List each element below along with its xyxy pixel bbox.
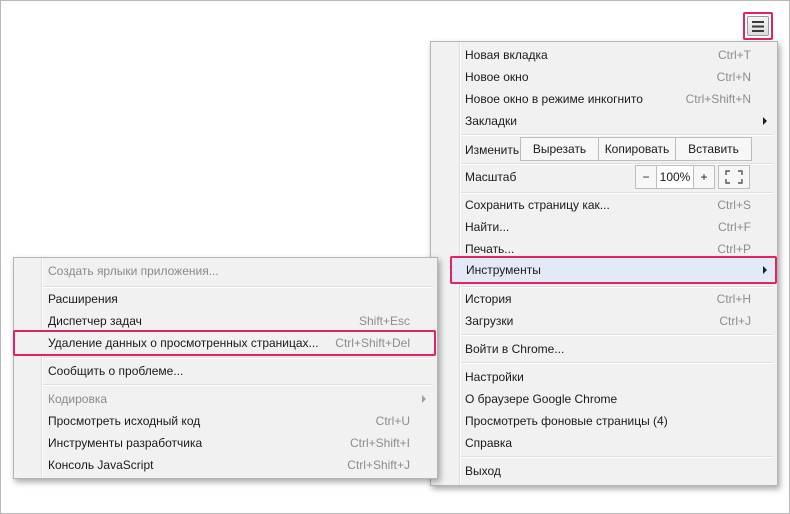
menu-item-about[interactable]: О браузере Google Chrome (431, 388, 777, 410)
menu-item-label: Просмотреть фоновые страницы (4) (465, 414, 668, 428)
menu-separator (461, 362, 773, 363)
menu-item-label: История (465, 292, 512, 306)
menu-item-label: Новая вкладка (465, 48, 548, 62)
menu-item-help[interactable]: Справка (431, 432, 777, 454)
menu-separator (43, 357, 433, 358)
menu-item-history[interactable]: История Ctrl+H (431, 288, 777, 310)
submenu-arrow-icon (422, 395, 426, 403)
menu-item-label: Справка (465, 436, 513, 450)
menu-item-label: Изменить (465, 143, 520, 157)
menu-separator (43, 286, 433, 287)
fullscreen-icon (725, 170, 743, 184)
paste-button[interactable]: Вставить (676, 137, 752, 161)
cut-button[interactable]: Вырезать (520, 137, 599, 161)
fullscreen-button[interactable] (718, 165, 750, 189)
menu-separator (43, 384, 433, 385)
menu-item-label: О браузере Google Chrome (465, 392, 618, 406)
menu-item-label: Инструменты (466, 263, 541, 277)
menu-item-label: Новое окно в режиме инкогнито (465, 92, 643, 106)
menu-item-report-issue[interactable]: Сообщить о проблеме... (14, 360, 437, 382)
menu-separator (461, 134, 773, 135)
menu-item-label: Закладки (465, 114, 517, 128)
menu-item-extensions[interactable]: Расширения (14, 288, 437, 310)
menu-item-incognito[interactable]: Новое окно в режиме инкогнито Ctrl+Shift… (431, 88, 777, 110)
menu-item-label: Загрузки (465, 314, 514, 328)
menu-item-label: Войти в Chrome... (465, 342, 565, 356)
menu-item-shortcut: Shift+Esc (358, 314, 410, 328)
menu-item-new-window[interactable]: Новое окно Ctrl+N (431, 66, 777, 88)
menu-item-label: Создать ярлыки приложения... (48, 264, 219, 278)
menu-item-shortcut: Ctrl+U (375, 414, 410, 428)
menu-item-label: Сохранить страницу как... (465, 198, 610, 212)
chrome-main-menu: Новая вкладка Ctrl+T Новое окно Ctrl+N Н… (430, 41, 778, 486)
submenu-arrow-icon (763, 117, 767, 125)
menu-item-label: Настройки (465, 370, 524, 384)
menu-item-shortcut: Ctrl+T (718, 48, 751, 62)
menu-separator (461, 334, 773, 335)
fullscreen-group (718, 165, 750, 189)
menu-item-shortcut: Ctrl+Shift+J (347, 458, 410, 472)
menu-item-shortcut: Ctrl+Shift+N (685, 92, 751, 106)
menu-item-shortcut: Ctrl+Shift+I (349, 436, 410, 450)
chrome-menu-button[interactable] (743, 12, 773, 40)
menu-item-shortcut: Ctrl+F (718, 220, 751, 234)
submenu-arrow-icon (763, 266, 767, 274)
menu-item-sign-in[interactable]: Войти в Chrome... (431, 338, 777, 360)
menu-item-label: Консоль JavaScript (48, 458, 154, 472)
menu-item-tools[interactable]: Инструменты (450, 256, 777, 284)
zoom-out-button[interactable]: − (635, 165, 657, 189)
menu-item-label: Найти... (465, 220, 510, 234)
tools-submenu: Создать ярлыки приложения... Расширения … (13, 257, 438, 479)
edit-button-group: Вырезать Копировать Вставить (520, 137, 752, 161)
menu-item-label: Просмотреть исходный код (48, 414, 201, 428)
zoom-level: 100% (657, 165, 694, 189)
hamburger-icon (747, 16, 769, 36)
menu-item-shortcut: Ctrl+J (719, 314, 751, 328)
menu-item-bookmarks[interactable]: Закладки (431, 110, 777, 132)
menu-item-encoding[interactable]: Кодировка (14, 388, 437, 410)
menu-item-clear-browsing-data[interactable]: Удаление данных о просмотренных страница… (13, 330, 436, 356)
menu-item-save-page[interactable]: Сохранить страницу как... Ctrl+S (431, 194, 777, 216)
menu-item-downloads[interactable]: Загрузки Ctrl+J (431, 310, 777, 332)
menu-item-label: Кодировка (48, 392, 108, 406)
menu-item-label: Масштаб (465, 170, 517, 184)
menu-item-label: Сообщить о проблеме... (48, 364, 184, 378)
zoom-in-button[interactable]: + (694, 165, 715, 189)
menu-separator (461, 163, 773, 164)
menu-item-shortcut: Ctrl+S (717, 198, 751, 212)
menu-separator (461, 192, 773, 193)
menu-item-find[interactable]: Найти... Ctrl+F (431, 216, 777, 238)
menu-item-view-source[interactable]: Просмотреть исходный код Ctrl+U (14, 410, 437, 432)
menu-item-shortcut: Ctrl+H (716, 292, 751, 306)
menu-item-label: Расширения (48, 292, 118, 306)
menu-item-new-tab[interactable]: Новая вкладка Ctrl+T (431, 44, 777, 66)
menu-item-developer-tools[interactable]: Инструменты разработчика Ctrl+Shift+I (14, 432, 437, 454)
menu-item-label: Инструменты разработчика (48, 436, 203, 450)
menu-item-label: Выход (465, 464, 501, 478)
menu-item-create-shortcuts[interactable]: Создать ярлыки приложения... (14, 260, 437, 282)
menu-item-label: Диспетчер задач (48, 314, 142, 328)
menu-item-label: Новое окно (465, 70, 529, 84)
menu-item-exit[interactable]: Выход (431, 460, 777, 482)
menu-item-javascript-console[interactable]: Консоль JavaScript Ctrl+Shift+J (14, 454, 437, 476)
copy-button[interactable]: Копировать (599, 137, 676, 161)
zoom-control: − 100% + (635, 165, 715, 189)
menu-separator (461, 286, 773, 287)
menu-item-shortcut: Ctrl+Shift+Del (335, 336, 410, 350)
menu-separator (461, 456, 773, 457)
menu-item-background-pages[interactable]: Просмотреть фоновые страницы (4) (431, 410, 777, 432)
menu-item-shortcut: Ctrl+N (716, 70, 751, 84)
menu-item-settings[interactable]: Настройки (431, 366, 777, 388)
menu-item-task-manager[interactable]: Диспетчер задач Shift+Esc (14, 310, 437, 332)
menu-item-label: Удаление данных о просмотренных страница… (48, 336, 319, 350)
